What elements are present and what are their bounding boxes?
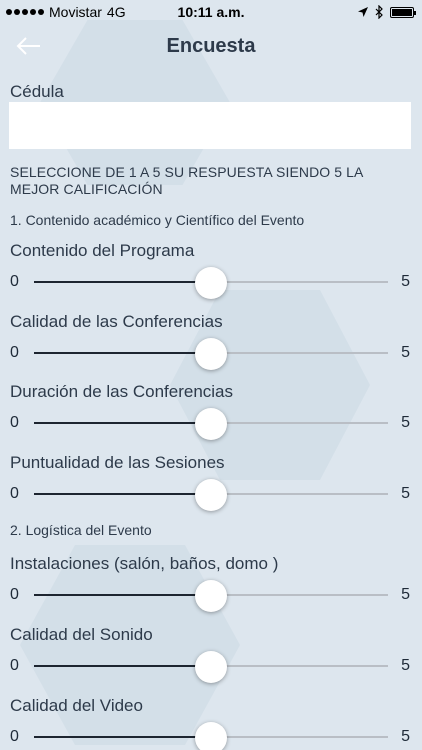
slider-track-fill — [34, 281, 211, 283]
slider-min-label: 0 — [10, 414, 19, 431]
slider-min-label: 0 — [10, 485, 19, 502]
question-label: Duración de las Conferencias — [10, 382, 234, 401]
status-bar: Movistar 4G 10:11 a.m. — [0, 0, 422, 24]
slider-min-label: 0 — [10, 657, 19, 674]
slider-track-fill — [34, 665, 211, 667]
slider-track-fill — [34, 352, 211, 354]
slider-max-label: 5 — [401, 273, 410, 290]
slider-thumb[interactable] — [195, 722, 227, 750]
question-label: Calidad del Video — [10, 696, 143, 715]
section-title: 2. Logística del Evento — [10, 522, 152, 538]
slider-thumb[interactable] — [195, 267, 227, 299]
slider-max-label: 5 — [401, 728, 410, 745]
slider-thumb[interactable] — [195, 580, 227, 612]
slider-thumb[interactable] — [195, 408, 227, 440]
slider-thumb[interactable] — [195, 651, 227, 683]
question-label: Puntualidad de las Sesiones — [10, 453, 225, 472]
slider-track-fill — [34, 594, 211, 596]
question-label: Calidad del Sonido — [10, 625, 153, 644]
instructions-text: SELECCIONE DE 1 A 5 SU RESPUESTA SIENDO … — [10, 164, 363, 197]
location-arrow-icon — [358, 7, 368, 17]
section-title: 1. Contenido académico y Científico del … — [10, 212, 305, 228]
rating-slider[interactable]: 05 — [0, 722, 422, 750]
battery-icon — [390, 6, 416, 18]
rating-slider[interactable]: 05 — [0, 580, 422, 612]
rating-slider[interactable]: 05 — [0, 338, 422, 370]
rating-slider[interactable]: 05 — [0, 651, 422, 683]
slider-min-label: 0 — [10, 586, 19, 603]
slider-track-fill — [34, 736, 211, 738]
slider-track-fill — [34, 493, 211, 495]
rating-slider[interactable]: 05 — [0, 479, 422, 511]
question-label: Contenido del Programa — [10, 241, 195, 260]
question-label: Instalaciones (salón, baños, domo ) — [10, 554, 279, 573]
slider-max-label: 5 — [401, 344, 410, 361]
slider-thumb[interactable] — [195, 479, 227, 511]
slider-thumb[interactable] — [195, 338, 227, 370]
slider-max-label: 5 — [401, 485, 410, 502]
rating-slider[interactable]: 05 — [0, 267, 422, 299]
bluetooth-icon — [375, 5, 383, 19]
slider-min-label: 0 — [10, 344, 19, 361]
slider-max-label: 5 — [401, 414, 410, 431]
slider-min-label: 0 — [10, 273, 19, 290]
page-title: Encuesta — [166, 35, 256, 57]
navigation-bar: Encuesta — [0, 24, 422, 72]
cedula-label: Cédula — [10, 82, 64, 101]
slider-max-label: 5 — [401, 657, 410, 674]
rating-slider[interactable]: 05 — [0, 408, 422, 440]
slider-track-fill — [34, 422, 211, 424]
cedula-input[interactable] — [9, 102, 411, 149]
slider-max-label: 5 — [401, 586, 410, 603]
question-label: Calidad de las Conferencias — [10, 312, 223, 331]
slider-min-label: 0 — [10, 728, 19, 745]
